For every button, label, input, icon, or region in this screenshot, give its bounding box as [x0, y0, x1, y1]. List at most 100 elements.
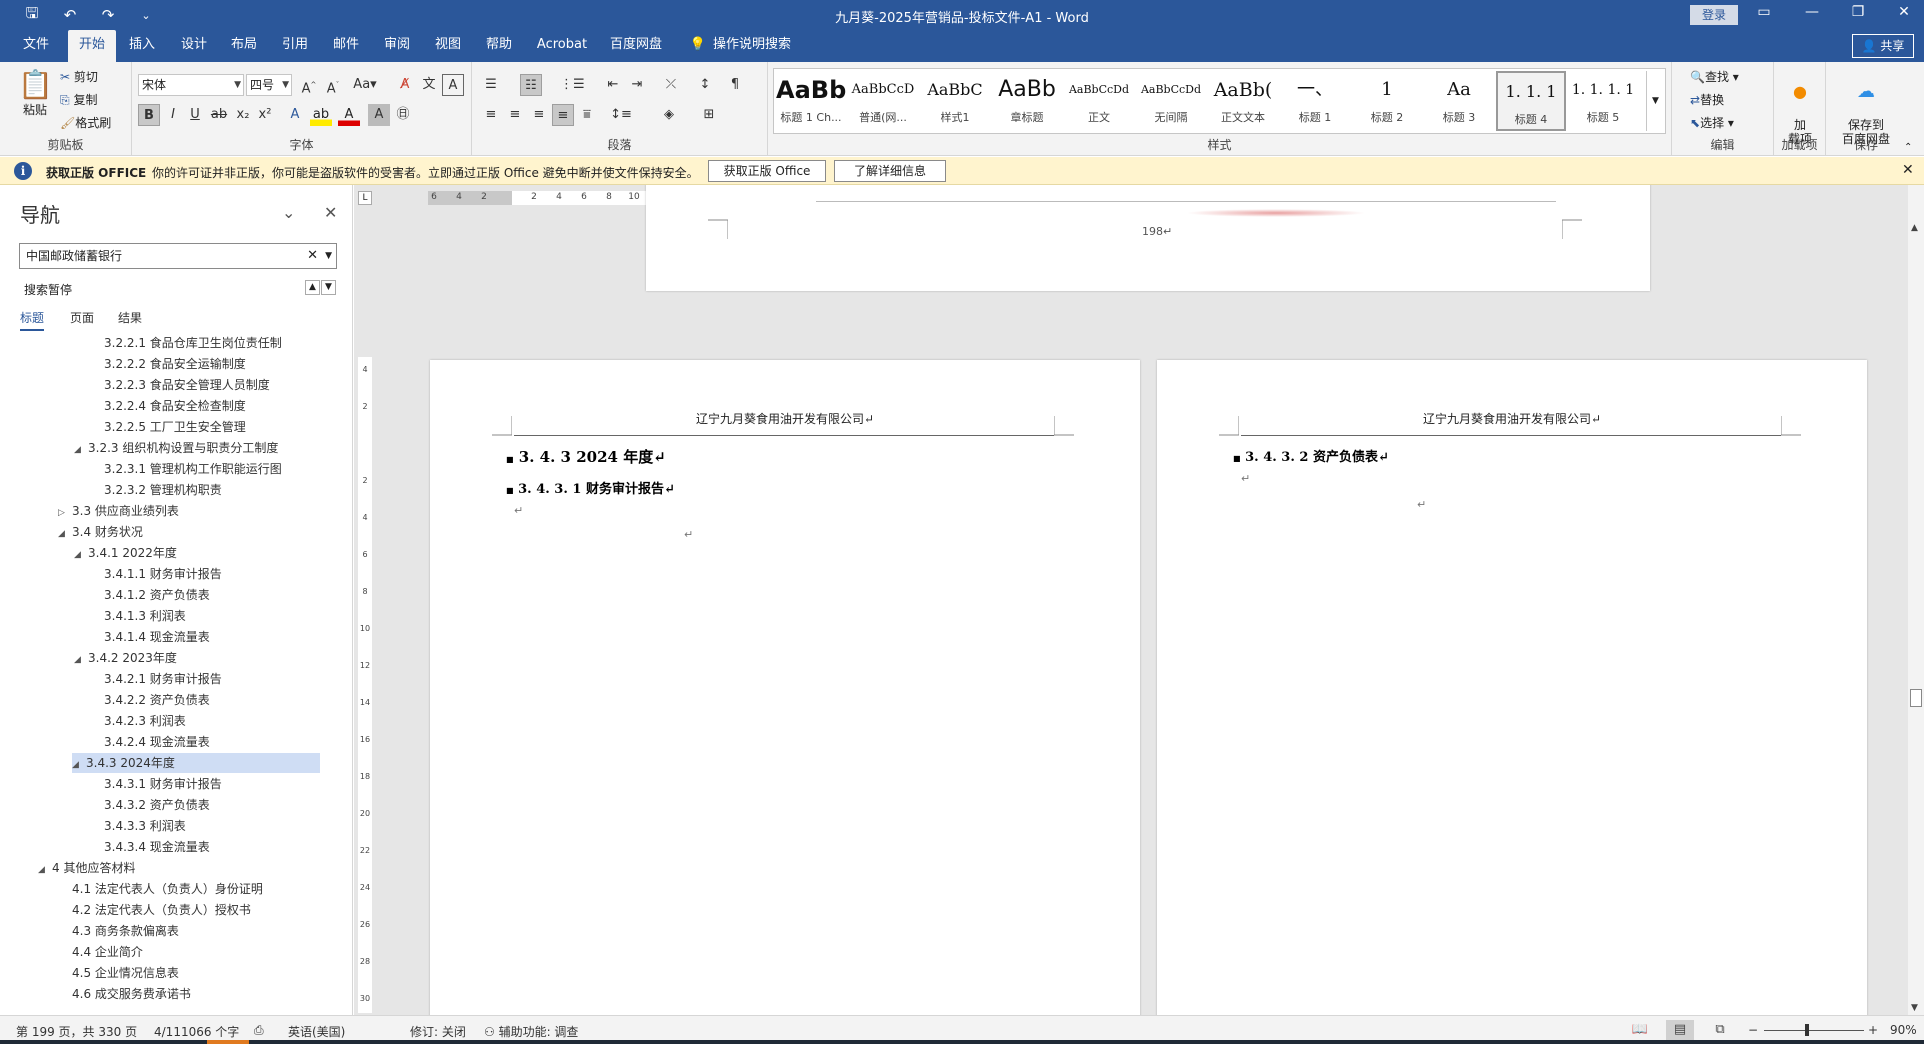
chinese-layout-icon[interactable]: ⤫ [660, 74, 682, 96]
copy-button[interactable]: ⎘ 复制 [60, 91, 97, 108]
nav-heading-item[interactable]: 4.6 成交服务费承诺书 [58, 984, 191, 1004]
zoom-in-icon[interactable]: + [1868, 1023, 1878, 1037]
close-window-icon[interactable]: ✕ [1884, 4, 1924, 20]
line-spacing-icon[interactable]: ↕≡ [610, 104, 632, 126]
collapse-icon[interactable]: ◢ [38, 860, 52, 880]
distributed-icon[interactable]: ⩸ [576, 104, 598, 126]
highlight-icon[interactable]: ab [310, 104, 332, 126]
nav-heading-item[interactable]: 4.4 企业简介 [58, 942, 143, 962]
style-tile-selected[interactable]: 1. 1. 1 标题 4 [1496, 71, 1566, 131]
nav-search-input[interactable]: 中国邮政储蓄银行 ✕ ▼ [19, 243, 337, 269]
collapse-icon[interactable]: ◢ [72, 755, 86, 775]
show-marks-icon[interactable]: ¶ [724, 74, 746, 96]
language[interactable]: 英语(美国) [288, 1023, 345, 1040]
select-button[interactable]: ⬉选择 ▾ [1690, 114, 1734, 131]
style-tile[interactable]: 1 标题 2 [1352, 71, 1422, 131]
chevron-down-icon[interactable]: ▼ [325, 244, 332, 268]
style-tile[interactable]: 1. 1. 1. 1 标题 5 [1568, 71, 1638, 131]
nav-heading-item[interactable]: ◢ 3.2.3 组织机构设置与职责分工制度 [74, 438, 278, 458]
tab-results[interactable]: 结果 [118, 309, 142, 326]
bullets-icon[interactable]: ☰ [480, 74, 502, 96]
bold-icon[interactable]: B [138, 104, 160, 126]
align-center-icon[interactable]: ≡ [504, 104, 526, 126]
page-198[interactable]: 198↵ [646, 185, 1650, 291]
tab-home[interactable]: 开始 [68, 30, 116, 62]
align-left-icon[interactable]: ≡ [480, 104, 502, 126]
shrink-font-icon[interactable]: Aˇ [322, 74, 344, 96]
nav-heading-item[interactable]: 3.2.3.2 管理机构职责 [90, 480, 222, 500]
print-layout-icon[interactable]: ▤ [1666, 1020, 1694, 1040]
nav-heading-item[interactable]: 4.5 企业情况信息表 [58, 963, 179, 983]
shading-icon[interactable]: ◈ [658, 104, 680, 126]
nav-heading-item[interactable]: 3.4.2.1 财务审计报告 [90, 669, 222, 689]
tab-acrobat[interactable]: Acrobat [534, 30, 590, 62]
paste-button[interactable]: 📋 粘贴 [18, 68, 53, 118]
nav-heading-item[interactable]: 3.4.3.1 财务审计报告 [90, 774, 222, 794]
chevron-down-icon[interactable]: ⌄ [282, 203, 295, 222]
collapse-icon[interactable]: ◢ [74, 440, 88, 460]
tab-review[interactable]: 审阅 [377, 30, 417, 62]
character-border-icon[interactable]: A [442, 74, 464, 96]
justify-icon[interactable]: ≡ [552, 104, 574, 126]
tab-design[interactable]: 设计 [174, 30, 214, 62]
get-genuine-office-button[interactable]: 获取正版 Office [708, 160, 826, 182]
enclose-characters-icon[interactable]: ㊐ [392, 104, 414, 126]
nav-heading-item[interactable]: 3.4.1.4 现金流量表 [90, 627, 210, 647]
zoom-slider[interactable] [1764, 1030, 1864, 1031]
change-case-icon[interactable]: Aa▾ [350, 74, 380, 96]
nav-heading-item[interactable]: 3.4.1.2 资产负债表 [90, 585, 210, 605]
tab-insert[interactable]: 插入 [122, 30, 162, 62]
document-scrollbar[interactable]: ▲ ▼ [1908, 185, 1924, 1015]
font-name-combo[interactable]: 宋体 ▼ [138, 74, 244, 96]
collapse-icon[interactable]: ◢ [74, 545, 88, 565]
style-tile[interactable]: AaBbCcD 普通(网... [848, 71, 918, 131]
find-button[interactable]: 🔍查找 ▾ [1690, 68, 1739, 85]
sort-icon[interactable]: ↕ [694, 74, 716, 96]
nav-heading-item[interactable]: 3.4.2.2 资产负债表 [90, 690, 210, 710]
collapse-icon[interactable]: ◢ [58, 524, 72, 544]
nav-heading-item[interactable]: 4.2 法定代表人（负责人）授权书 [58, 900, 251, 920]
style-tile[interactable]: AaBb 标题 1 Ch... [776, 71, 846, 131]
style-tile[interactable]: AaBbCcDd 正文 [1064, 71, 1134, 131]
style-tile[interactable]: 一、 标题 1 [1280, 71, 1350, 131]
close-icon[interactable]: ✕ [1902, 162, 1914, 178]
addins-button[interactable]: ● 加 载项 [1780, 66, 1820, 146]
style-tile[interactable]: AaBbCcDd 无间隔 [1136, 71, 1206, 131]
font-size-combo[interactable]: 四号 ▼ [246, 74, 292, 96]
zoom-slider-thumb[interactable] [1805, 1024, 1809, 1036]
tab-view[interactable]: 视图 [428, 30, 468, 62]
proofing-icon[interactable]: ⎙ [254, 1023, 264, 1038]
borders-icon[interactable]: ⊞ [698, 104, 720, 126]
strikethrough-icon[interactable]: ab [208, 104, 230, 126]
page-200[interactable]: 辽宁九月葵食用油开发有限公司↵ ■ 3. 4. 3. 2 资产负债表↵ ↵ ↵ [1157, 360, 1867, 1015]
nav-heading-item[interactable]: 3.2.2.4 食品安全检查制度 [90, 396, 246, 416]
nav-scrollbar[interactable] [340, 185, 352, 1015]
zoom-level[interactable]: 90% [1890, 1023, 1917, 1037]
tab-mailings[interactable]: 邮件 [326, 30, 366, 62]
italic-icon[interactable]: I [162, 104, 184, 126]
nav-heading-item[interactable]: 3.4.2.3 利润表 [90, 711, 186, 731]
subscript-icon[interactable]: x₂ [232, 104, 254, 126]
cut-button[interactable]: ✂ 剪切 [60, 68, 98, 85]
nav-heading-item[interactable]: ◢ 4 其他应答材料 [38, 858, 135, 878]
zoom-out-icon[interactable]: − [1748, 1023, 1758, 1037]
page-199[interactable]: 辽宁九月葵食用油开发有限公司↵ ■ 3. 4. 3 2024 年度↵ ■ 3. … [430, 360, 1140, 1015]
minimize-icon[interactable]: — [1792, 4, 1832, 20]
decrease-indent-icon[interactable]: ⇤ [602, 74, 624, 96]
style-tile[interactable]: AaBbC 样式1 [920, 71, 990, 131]
font-color-icon[interactable]: A [338, 104, 360, 126]
scroll-up-icon[interactable]: ▲ [1911, 223, 1918, 233]
tab-selector[interactable]: L [358, 191, 372, 205]
tab-help[interactable]: 帮助 [479, 30, 519, 62]
format-painter-button[interactable]: 🖌格式刷 [60, 114, 111, 131]
previous-result-icon[interactable]: ▲ [305, 280, 320, 295]
nav-heading-item[interactable]: ◢ 3.4.3 2024年度 [72, 753, 320, 773]
tab-file[interactable]: 文件 [16, 30, 56, 62]
style-tile[interactable]: AaBb 章标题 [992, 71, 1062, 131]
clear-search-icon[interactable]: ✕ [307, 244, 318, 268]
nav-heading-item[interactable]: 3.2.2.5 工厂卫生安全管理 [90, 417, 246, 437]
tell-me-search[interactable]: 操作说明搜索 [712, 30, 792, 62]
scroll-thumb[interactable] [1910, 689, 1922, 707]
text-effects-icon[interactable]: A [284, 104, 306, 126]
page-count[interactable]: 第 199 页，共 330 页 [16, 1023, 137, 1040]
